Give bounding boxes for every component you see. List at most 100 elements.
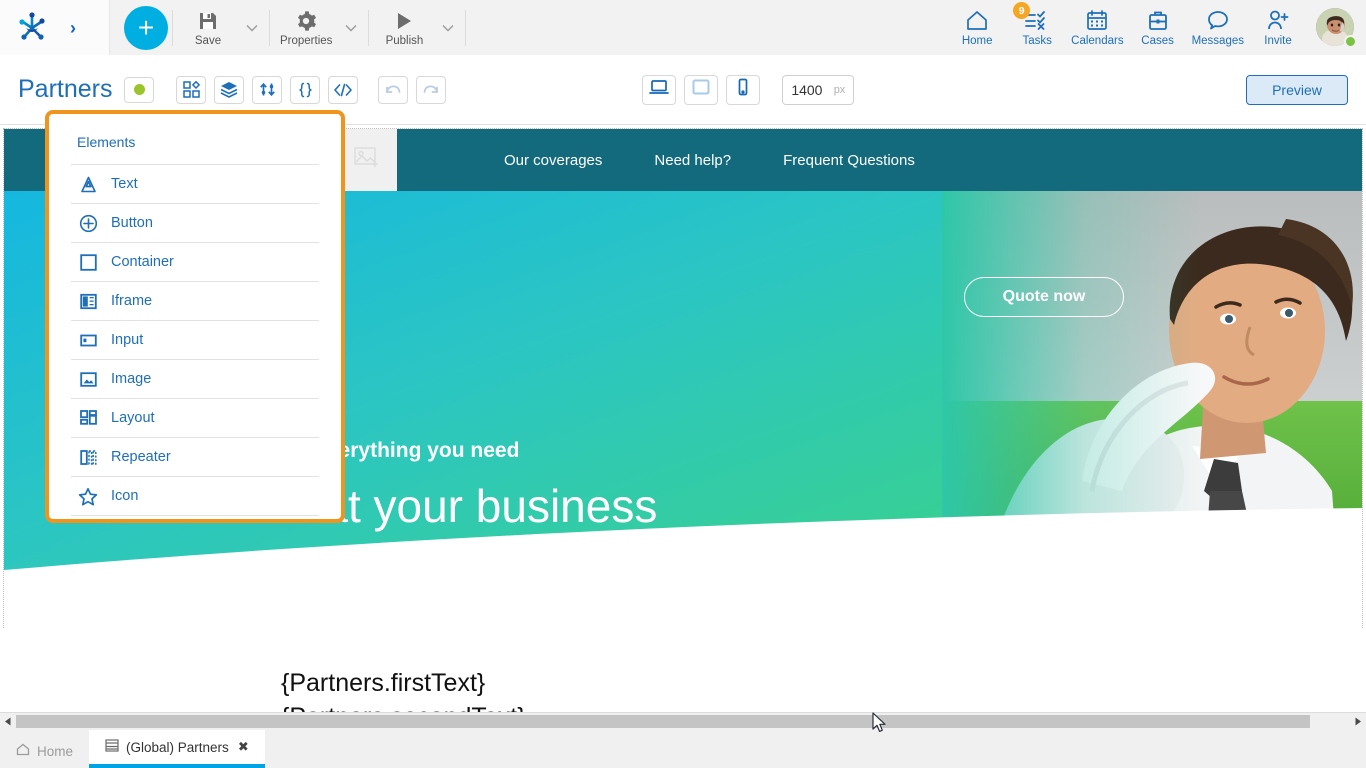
iframe-split-icon bbox=[78, 291, 98, 311]
nav-label-tasks: Tasks bbox=[1022, 35, 1052, 47]
properties-group: Properties bbox=[274, 0, 364, 55]
element-label-icon: Icon bbox=[111, 488, 139, 504]
element-label-text: Text bbox=[111, 176, 138, 192]
publish-button[interactable]: Publish bbox=[373, 0, 435, 55]
curly-braces-icon bbox=[297, 82, 314, 98]
data-sync-icon bbox=[259, 81, 276, 98]
top-nav-icons: Home 9 Tasks Calendars Cases Messages In… bbox=[947, 0, 1366, 55]
star-outline-icon bbox=[78, 486, 98, 506]
toolbar-divider-3 bbox=[368, 9, 370, 46]
element-item-iframe[interactable]: Iframe bbox=[71, 281, 319, 320]
save-group: Save bbox=[177, 0, 265, 55]
site-nav-link-frequent-questions[interactable]: Frequent Questions bbox=[783, 152, 915, 169]
undo-button[interactable] bbox=[378, 75, 409, 104]
avatar[interactable] bbox=[1316, 7, 1357, 48]
canvas-width-unit: px bbox=[833, 83, 846, 96]
element-item-input[interactable]: Input bbox=[71, 320, 319, 359]
nav-item-messages[interactable]: Messages bbox=[1188, 0, 1248, 55]
layout-grid-icon bbox=[78, 408, 98, 428]
scrollbar-track[interactable] bbox=[16, 713, 1350, 730]
nav-item-calendars[interactable]: Calendars bbox=[1067, 0, 1127, 55]
site-nav-links: Our coverages Need help? Frequent Questi… bbox=[504, 129, 915, 191]
save-label: Save bbox=[194, 34, 222, 47]
nav-item-tasks[interactable]: 9 Tasks bbox=[1007, 0, 1067, 55]
calendar-icon bbox=[1085, 8, 1109, 32]
device-tablet-button[interactable] bbox=[684, 74, 719, 105]
publish-dropdown-chevron-down-icon[interactable] bbox=[435, 0, 461, 55]
logo-zone: › bbox=[0, 0, 110, 55]
scrollbar-thumb[interactable] bbox=[16, 715, 1310, 728]
repeater-columns-icon bbox=[78, 447, 98, 467]
bottom-tabbar: Home (Global) Partners ✖ bbox=[0, 730, 1366, 768]
element-label-input: Input bbox=[111, 332, 144, 348]
elements-dropdown-panel: Elements Text Button Container Iframe In… bbox=[45, 110, 345, 523]
close-icon[interactable]: ✖ bbox=[238, 739, 249, 755]
nav-item-invite[interactable]: Invite bbox=[1248, 0, 1308, 55]
redo-arrow-icon bbox=[422, 83, 440, 97]
template-binding-text[interactable]: {Partners.firstText} {Partners.secondTex… bbox=[281, 666, 526, 712]
site-logo-placeholder[interactable] bbox=[337, 129, 397, 191]
add-button[interactable]: + bbox=[124, 5, 168, 50]
preview-button[interactable]: Preview bbox=[1245, 74, 1348, 105]
save-button[interactable]: Save bbox=[177, 0, 239, 55]
element-item-layout[interactable]: Layout bbox=[71, 398, 319, 437]
site-nav-link-need-help[interactable]: Need help? bbox=[654, 152, 731, 169]
avatar-status-badge bbox=[1344, 34, 1357, 48]
nav-item-home[interactable]: Home bbox=[947, 0, 1007, 55]
element-item-container[interactable]: Container bbox=[71, 242, 319, 281]
element-item-icon[interactable]: Icon bbox=[71, 476, 319, 515]
plus-circle-icon bbox=[78, 213, 98, 233]
element-item-repeater[interactable]: Repeater bbox=[71, 437, 319, 476]
nav-label-cases: Cases bbox=[1141, 35, 1174, 47]
save-dropdown-chevron-down-icon[interactable] bbox=[239, 0, 265, 55]
data-sync-button[interactable] bbox=[252, 75, 283, 104]
tab-global-partners[interactable]: (Global) Partners ✖ bbox=[89, 730, 265, 768]
app-root: › + Save Properties Publish Home 9 Tasks… bbox=[0, 0, 1366, 768]
element-item-image[interactable]: Image bbox=[71, 359, 319, 398]
nav-item-cases[interactable]: Cases bbox=[1128, 0, 1188, 55]
hero-subheading: ve everything you need bbox=[286, 439, 520, 462]
code-tags-icon bbox=[334, 83, 353, 97]
device-desktop-button[interactable] bbox=[642, 74, 677, 105]
layers-button[interactable] bbox=[214, 75, 245, 104]
tab-home[interactable]: Home bbox=[0, 734, 89, 768]
tab-home-label: Home bbox=[37, 743, 74, 759]
page-window-icon bbox=[105, 739, 119, 755]
brand-logo-icon[interactable] bbox=[14, 10, 50, 46]
page-title: Partners bbox=[18, 75, 113, 103]
mobile-icon bbox=[736, 78, 750, 101]
chevron-right-icon[interactable]: › bbox=[70, 19, 76, 37]
horizontal-scrollbar[interactable] bbox=[0, 712, 1366, 730]
site-nav-link-our-coverages[interactable]: Our coverages bbox=[504, 152, 602, 169]
publish-group: Publish bbox=[373, 0, 461, 55]
nav-label-invite: Invite bbox=[1264, 35, 1292, 47]
canvas-width-value: 1400 bbox=[791, 81, 823, 98]
canvas-width-input[interactable]: 1400 px bbox=[782, 74, 855, 105]
toolbar-divider-2 bbox=[269, 9, 270, 46]
properties-dropdown-chevron-down-icon[interactable] bbox=[338, 0, 364, 55]
desktop-icon bbox=[649, 79, 670, 100]
home-icon bbox=[965, 8, 989, 32]
device-selector: 1400 px bbox=[642, 74, 855, 105]
variables-button[interactable] bbox=[290, 75, 321, 104]
code-view-button[interactable] bbox=[328, 75, 359, 104]
status-badge[interactable] bbox=[124, 76, 155, 103]
device-mobile-button[interactable] bbox=[726, 74, 761, 105]
element-label-iframe: Iframe bbox=[111, 293, 153, 309]
toolbar-divider-4 bbox=[465, 9, 467, 46]
widgets-grid-button[interactable] bbox=[176, 75, 207, 104]
hero-bottom-curve bbox=[4, 508, 1362, 628]
scroll-left-arrow-icon[interactable] bbox=[0, 713, 16, 730]
image-picture-icon bbox=[78, 369, 98, 389]
text-a-icon bbox=[78, 174, 98, 194]
site-quote-now-button[interactable]: Quote now bbox=[964, 277, 1124, 317]
properties-button[interactable]: Properties bbox=[274, 0, 338, 55]
element-item-text[interactable]: Text bbox=[71, 164, 319, 203]
scroll-right-arrow-icon[interactable] bbox=[1350, 713, 1366, 730]
nav-label-home: Home bbox=[961, 35, 993, 47]
element-item-button[interactable]: Button bbox=[71, 203, 319, 242]
redo-button[interactable] bbox=[416, 75, 447, 104]
undo-arrow-icon bbox=[384, 83, 402, 97]
layers-stack-icon bbox=[220, 81, 238, 98]
play-triangle-icon bbox=[393, 9, 415, 33]
